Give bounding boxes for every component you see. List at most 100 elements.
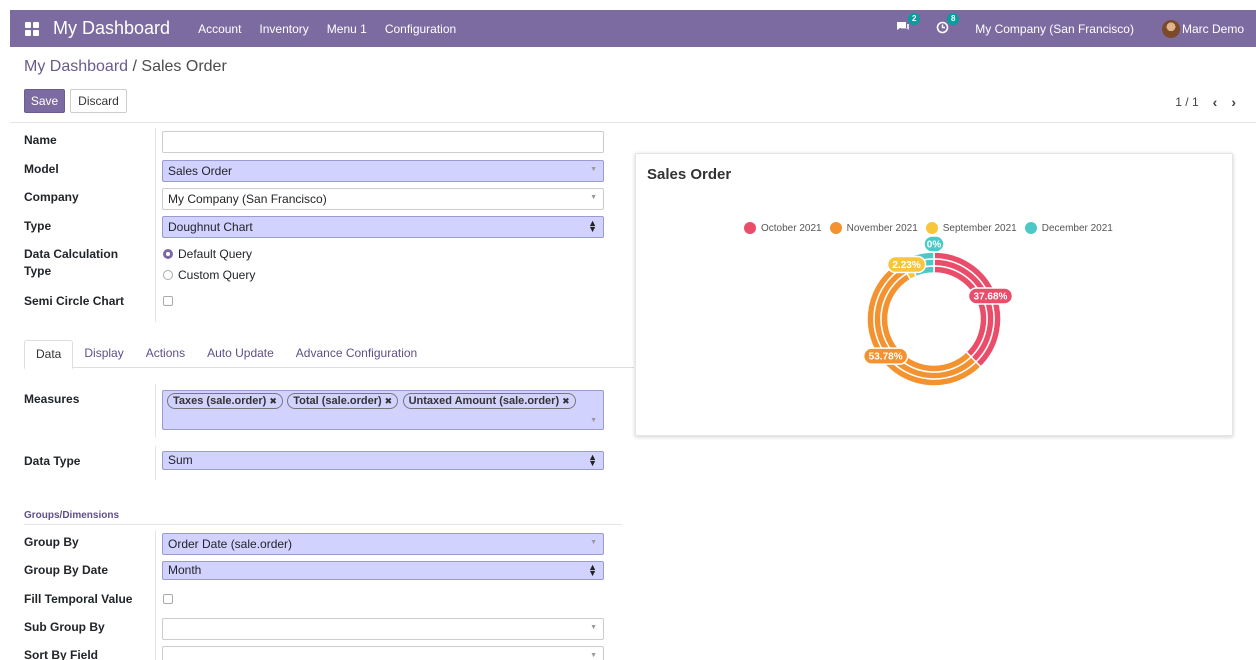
name-label: Name: [24, 133, 57, 147]
sub-group-by-label: Sub Group By: [24, 620, 105, 634]
groups-separator: [155, 530, 156, 660]
systray: 2 8 My Company (San Francisco) Marc Demo: [896, 10, 1256, 47]
messages-icon[interactable]: 2: [896, 13, 921, 36]
radio-custom-query-label: Custom Query: [178, 268, 256, 282]
radio-custom-query[interactable]: Custom Query: [163, 268, 255, 282]
calc-type-label-line1: Data Calculation: [24, 247, 119, 261]
app-brand[interactable]: My Dashboard: [53, 18, 170, 39]
radio-checked-icon: [163, 249, 173, 259]
breadcrumb-separator: /: [132, 58, 137, 75]
menu-account[interactable]: Account: [198, 22, 241, 36]
company-label: Company: [24, 190, 79, 204]
chevron-down-icon: ▼: [590, 624, 597, 631]
data-label: 37.68%: [967, 287, 1014, 305]
sort-by-select[interactable]: ▼: [162, 646, 604, 660]
tab-actions[interactable]: Actions: [135, 340, 196, 367]
fill-temporal-checkbox[interactable]: [163, 594, 173, 604]
pager-next-icon[interactable]: ›: [1231, 94, 1236, 110]
remove-tag-icon[interactable]: ✖: [385, 396, 393, 406]
form-separator-top: [155, 128, 156, 322]
groups-section-title: Groups/Dimensions: [24, 510, 120, 521]
chevron-down-icon: ▼: [590, 539, 597, 546]
activities-count-badge: 8: [947, 12, 960, 25]
chevron-down-icon: ▼: [590, 194, 597, 201]
chevron-down-icon: ▼: [590, 417, 597, 424]
data-label: 2.23%: [886, 255, 927, 274]
tab-advance-configuration[interactable]: Advance Configuration: [285, 340, 428, 367]
save-button[interactable]: Save: [24, 89, 65, 113]
data-type-select[interactable]: Sum ▲ ▼: [162, 451, 604, 470]
group-by-date-value: Month: [168, 563, 202, 577]
company-select[interactable]: My Company (San Francisco) ▼: [162, 188, 604, 210]
menu-inventory[interactable]: Inventory: [259, 22, 308, 36]
group-by-select[interactable]: Order Date (sale.order) ▼: [162, 533, 604, 555]
measure-tag[interactable]: Untaxed Amount (sale.order) ✖: [402, 393, 576, 409]
data-type-separator: [155, 446, 156, 480]
radio-default-query-label: Default Query: [178, 247, 253, 261]
updown-arrows-icon: ▲ ▼: [588, 452, 597, 468]
measures-tags-input[interactable]: Taxes (sale.order) ✖ Total (sale.order) ✖ …: [162, 390, 604, 430]
menu-configuration[interactable]: Configuration: [385, 22, 456, 36]
sort-by-label: Sort By Field: [24, 648, 99, 660]
pager-previous-icon[interactable]: ‹: [1213, 94, 1218, 110]
fill-temporal-label: Fill Temporal Value: [24, 592, 133, 606]
menu-menu1[interactable]: Menu 1: [327, 22, 367, 36]
data-label: 0%: [923, 235, 945, 253]
model-label: Model: [24, 162, 59, 176]
main-menu: Account Inventory Menu 1 Configuration: [188, 22, 464, 36]
measures-separator: [155, 384, 156, 438]
chevron-down-icon: ▼: [590, 166, 597, 173]
semi-circle-checkbox[interactable]: [163, 296, 173, 306]
company-value: My Company (San Francisco): [168, 192, 327, 206]
sub-group-by-select[interactable]: ▼: [162, 618, 604, 640]
breadcrumb-current: Sales Order: [141, 58, 227, 75]
model-select[interactable]: Sales Order ▼: [162, 160, 604, 182]
doughnut-chart: 37.68% 53.78% 2.23% 0%: [862, 235, 1014, 387]
svg-text:37.68%: 37.68%: [974, 291, 1008, 302]
breadcrumb-parent[interactable]: My Dashboard: [24, 58, 128, 75]
radio-default-query[interactable]: Default Query: [163, 247, 252, 261]
calc-type-label-line2: Type: [24, 264, 52, 278]
name-input[interactable]: [162, 131, 604, 153]
breadcrumb: My Dashboard / Sales Order: [24, 58, 227, 76]
measures-label: Measures: [24, 392, 80, 406]
type-label: Type: [24, 219, 52, 233]
type-select[interactable]: Doughnut Chart ▲ ▼: [162, 216, 604, 238]
data-type-value: Sum: [168, 453, 193, 467]
radio-unchecked-icon: [163, 270, 173, 280]
company-switcher[interactable]: My Company (San Francisco): [975, 22, 1134, 36]
avatar: [1161, 19, 1180, 38]
notebook-tabs: Data Display Actions Auto Update Advance…: [24, 340, 634, 369]
pager-value[interactable]: 1 / 1: [1175, 95, 1198, 109]
chevron-down-icon: ▼: [590, 652, 597, 659]
svg-text:0%: 0%: [927, 240, 942, 251]
measure-tag[interactable]: Taxes (sale.order) ✖: [167, 393, 283, 409]
updown-arrows-icon: ▲ ▼: [588, 562, 597, 578]
tab-auto-update[interactable]: Auto Update: [196, 340, 285, 367]
discard-button[interactable]: Discard: [70, 89, 127, 113]
tab-data[interactable]: Data: [24, 340, 74, 369]
group-by-date-label: Group By Date: [24, 563, 109, 577]
remove-tag-icon[interactable]: ✖: [562, 396, 570, 406]
user-name: Marc Demo: [1181, 21, 1244, 36]
user-menu[interactable]: Marc Demo: [1161, 19, 1244, 38]
measure-tag[interactable]: Total (sale.order) ✖: [287, 393, 399, 409]
apps-menu-icon[interactable]: [25, 21, 39, 36]
updown-arrows-icon: ▲ ▼: [588, 218, 597, 234]
remove-tag-icon[interactable]: ✖: [269, 396, 277, 406]
model-value: Sales Order: [168, 164, 233, 178]
type-value: Doughnut Chart: [168, 220, 253, 234]
activities-icon[interactable]: 8: [936, 12, 960, 37]
svg-text:53.78%: 53.78%: [869, 352, 903, 363]
pager: 1 / 1 ‹ ›: [1175, 94, 1236, 110]
group-by-date-select[interactable]: Month ▲ ▼: [162, 561, 604, 580]
semi-circle-label: Semi Circle Chart: [24, 294, 125, 308]
data-type-label: Data Type: [24, 454, 81, 468]
messages-count-badge: 2: [908, 13, 921, 25]
control-panel-divider: [10, 122, 1256, 123]
group-by-label: Group By: [24, 535, 79, 549]
top-navbar: My Dashboard Account Inventory Menu 1 Co…: [10, 10, 1256, 47]
tab-display[interactable]: Display: [73, 340, 134, 367]
chart-card: Sales Order October 2021 November 2021 Sep…: [635, 153, 1233, 436]
group-by-value: Order Date (sale.order): [168, 537, 293, 551]
